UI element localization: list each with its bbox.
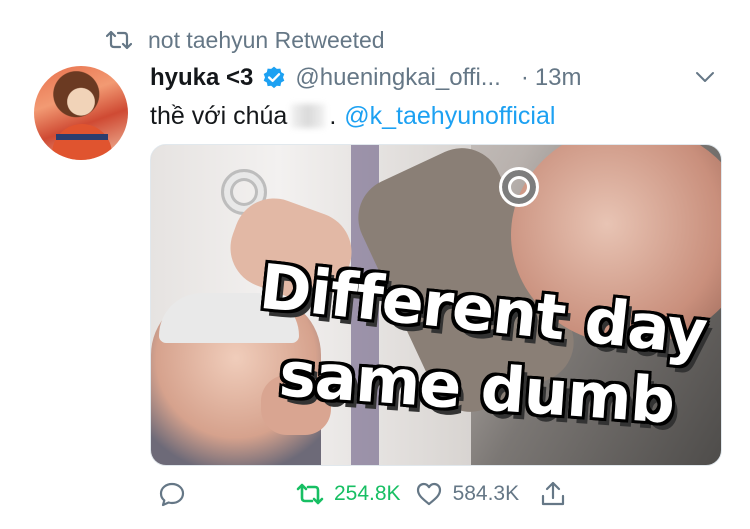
tweet-text: thề với chúa . @k_taehyunofficial [150, 98, 555, 134]
separator-dot: · [520, 64, 529, 91]
retweet-context-text[interactable]: not taehyun Retweeted [148, 27, 385, 54]
verified-badge-icon [264, 66, 285, 89]
author-name[interactable]: hyuka <3 [150, 64, 253, 92]
avatar[interactable] [34, 66, 128, 160]
heart-icon [416, 482, 441, 506]
share-icon [542, 481, 565, 506]
retweet-count: 254.8K [334, 482, 401, 505]
retweet-context: not taehyun Retweeted [106, 26, 385, 54]
mention-link[interactable]: @k_taehyunofficial [344, 102, 555, 131]
chevron-down-icon[interactable] [694, 66, 716, 88]
retweet-button[interactable]: 254.8K [296, 480, 401, 508]
redacted-text [291, 104, 326, 128]
like-count: 584.3K [452, 482, 520, 505]
like-button[interactable]: 584.3K [415, 480, 520, 508]
retweet-icon [106, 30, 132, 50]
tweet-text-body: thề với chúa [150, 101, 288, 130]
tweet-timestamp[interactable]: 13m [535, 64, 582, 92]
tweet-text-period: . [329, 101, 337, 130]
share-button[interactable] [539, 480, 567, 508]
reply-button[interactable] [158, 480, 186, 508]
reply-icon [159, 482, 185, 507]
tweet-media-image[interactable]: Different day same dumb [150, 144, 722, 466]
retweet-active-icon [296, 483, 324, 505]
tweet-actions: 254.8K 584.3K [150, 474, 730, 514]
author-handle[interactable]: @hueningkai_offi... [295, 64, 500, 92]
tweet-header: hyuka <3 @hueningkai_offi... · 13m [150, 60, 730, 96]
